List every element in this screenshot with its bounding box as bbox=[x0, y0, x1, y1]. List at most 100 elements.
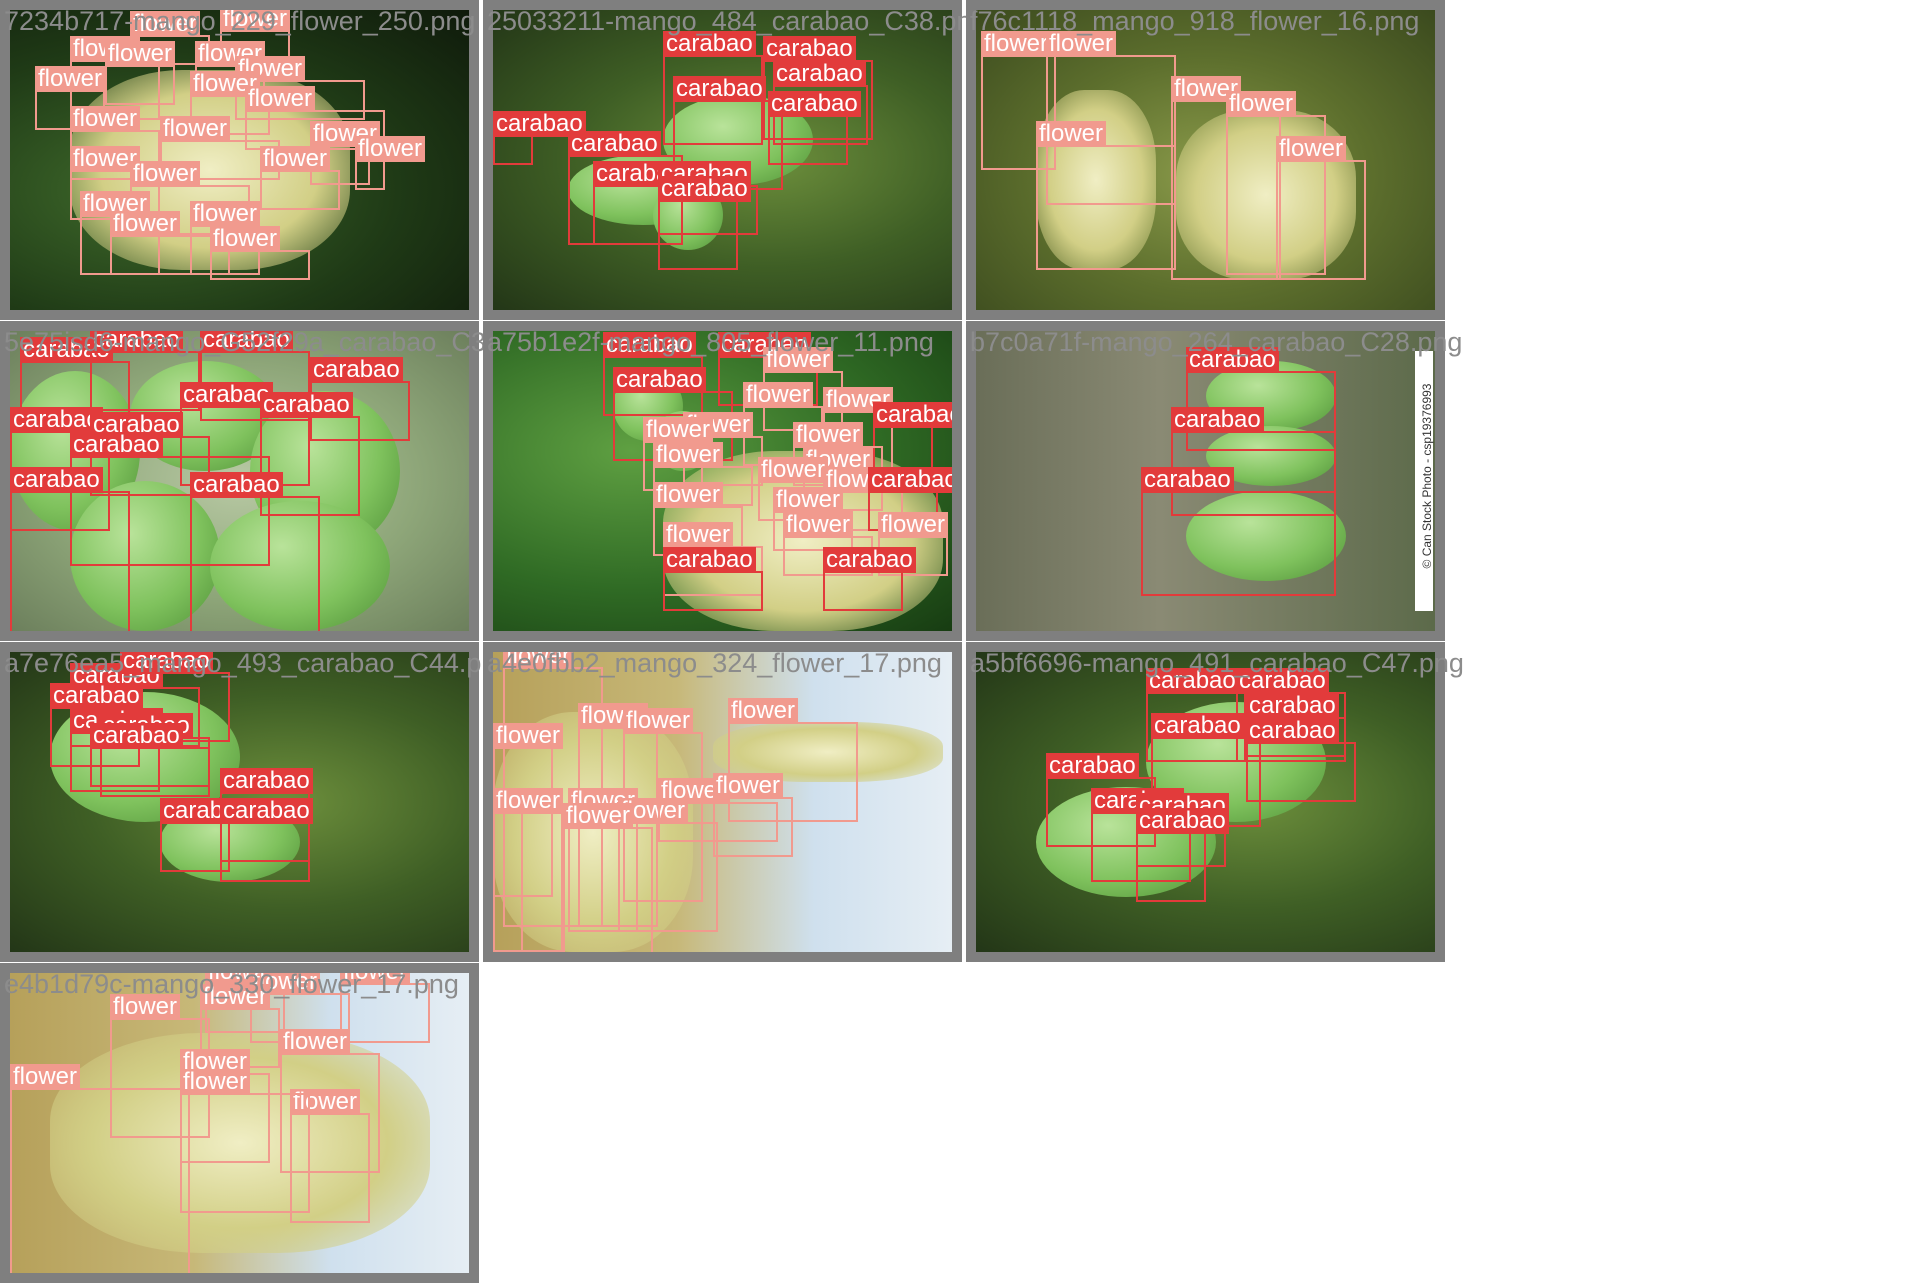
detection-box-carabao: carabao bbox=[823, 547, 916, 611]
mango-photo: carabao carabao carabao carabao carabao carab… bbox=[10, 331, 469, 631]
detection-label: flower bbox=[758, 457, 829, 483]
detection-label: flower bbox=[623, 708, 694, 734]
detection-label: carabao bbox=[873, 402, 952, 428]
detection-label: carabao bbox=[768, 91, 861, 117]
detection-label: flower bbox=[878, 512, 949, 538]
mosaic-tile: carabao carabao carabao © Can Stock Photo -… bbox=[966, 321, 1445, 641]
detection-box-flower: flower bbox=[1276, 136, 1366, 280]
detection-label: flower bbox=[728, 698, 799, 724]
detection-label: flower bbox=[663, 522, 734, 548]
detection-box-carabao: carabao bbox=[1141, 467, 1336, 596]
detection-mosaic: flower flower flower flower flower flower flow… bbox=[0, 0, 1920, 1283]
detection-label: carabao bbox=[70, 432, 163, 458]
detection-label: flower bbox=[160, 116, 231, 142]
tile-filename-caption: 25033211-mango_484_carabao_C38.png bbox=[487, 6, 987, 36]
detection-box-flower: flower bbox=[105, 41, 176, 105]
tile-filename-caption: a5bf6696-mango_491_carabao_C47.png bbox=[970, 648, 1464, 678]
detection-label: flower bbox=[280, 1029, 351, 1055]
detection-label: flower bbox=[260, 146, 331, 172]
detection-box-flower: flower bbox=[493, 788, 564, 952]
mosaic-tile: flower flower flower flower flower flower flow… bbox=[0, 0, 479, 320]
detection-label: carabao bbox=[50, 683, 143, 709]
detection-label: carabao bbox=[10, 407, 103, 433]
detection-label: carabao bbox=[1046, 753, 1139, 779]
stock-watermark: © Can Stock Photo - csp19376993 bbox=[1415, 351, 1434, 611]
detection-label: flower bbox=[130, 161, 201, 187]
mango-photo: carabao carabao carabao carabao carabao carab… bbox=[976, 652, 1435, 952]
detection-label: flower bbox=[773, 487, 844, 513]
detection-box-flower: flower bbox=[563, 803, 653, 952]
detection-label: carabao bbox=[260, 392, 353, 418]
detection-label: carabao bbox=[1151, 713, 1244, 739]
detection-label: flower bbox=[793, 422, 864, 448]
detection-label: flower bbox=[493, 723, 564, 749]
detection-box-flower: flower bbox=[260, 146, 340, 210]
detection-label: flower bbox=[180, 1069, 251, 1095]
detection-label: carabao bbox=[493, 111, 586, 137]
detection-label: carabao bbox=[310, 357, 403, 383]
detection-label: carabao bbox=[1246, 718, 1339, 744]
mosaic-tile: carabao carabao carabao carabao carabao carab… bbox=[0, 642, 479, 962]
detection-label: carabao bbox=[1136, 808, 1229, 834]
detection-label: flower bbox=[643, 417, 714, 443]
mosaic-tile: flower flower flower flower flower flower flow… bbox=[0, 963, 479, 1283]
tile-filename-caption: f76c1118_mango_918_flower_16.png bbox=[970, 6, 1420, 36]
tile-filename-caption: e4b1d79c-mango_330_flower_17.png bbox=[4, 969, 459, 999]
mosaic-tile: carabao carabao carabao carabao carabao carab… bbox=[483, 0, 962, 320]
detection-box-flower: flower bbox=[10, 1064, 190, 1273]
detection-label: carabao bbox=[220, 768, 313, 794]
detection-box-carabao: carabao bbox=[663, 547, 763, 611]
mango-photo: flower flower flower flower flower flower flow… bbox=[493, 652, 952, 952]
mosaic-tile: carabao carabao carabao carabao carabao carab… bbox=[0, 321, 479, 641]
detection-label: flower bbox=[70, 106, 141, 132]
detection-label: flower bbox=[355, 136, 426, 162]
tile-filename-caption: a75b1e2f-mango_805_flower_11.png bbox=[487, 327, 934, 357]
mosaic-tile: flower flower flower flower flower flower flow… bbox=[483, 642, 962, 962]
detection-label: carabao bbox=[823, 547, 916, 573]
detection-label: carabao bbox=[763, 36, 856, 62]
tile-filename-caption: 5e75isd6-mango_G52f29a_carabao_C32.png bbox=[4, 327, 554, 357]
mango-photo: carabao carabao carabao © Can Stock Photo -… bbox=[976, 331, 1435, 631]
detection-label: flower bbox=[653, 442, 724, 468]
detection-label: carabao bbox=[1246, 693, 1339, 719]
detection-box-flower: flower bbox=[1036, 121, 1176, 270]
mosaic-tile: flower flower flower flower flower flower bbox=[966, 0, 1445, 320]
watermark-text: © Can Stock Photo - csp19376993 bbox=[1420, 383, 1434, 569]
mango-photo: carabao carabao flower carabao flower flower f… bbox=[493, 331, 952, 631]
detection-label: carabao bbox=[663, 547, 756, 573]
detection-label: flower bbox=[105, 41, 176, 67]
detection-label: carabao bbox=[1171, 407, 1264, 433]
mosaic-tile: carabao carabao flower carabao flower flower f… bbox=[483, 321, 962, 641]
detection-label: carabao bbox=[773, 61, 866, 87]
detection-box-carabao: carabao bbox=[768, 91, 861, 165]
detection-label: flower bbox=[190, 201, 261, 227]
tile-filename-caption: a4e0fbb2_mango_324_flower_17.png bbox=[487, 648, 942, 678]
detection-label: flower bbox=[110, 211, 181, 237]
detection-label: flower bbox=[563, 803, 634, 829]
detection-label: carabao bbox=[180, 382, 273, 408]
detection-label: carabao bbox=[190, 472, 283, 498]
detection-box-carabao: carabao bbox=[493, 111, 586, 165]
detection-box-carabao: carabao bbox=[10, 467, 130, 631]
tile-filename-caption: b7c0a71f-mango_264_carabao_C28.png bbox=[970, 327, 1463, 357]
mosaic-tile: carabao carabao carabao carabao carabao carab… bbox=[966, 642, 1445, 962]
tile-filename-caption: 7234b717-mango_229_flower_250.png bbox=[4, 6, 476, 36]
mango-photo: flower flower flower flower flower flower bbox=[976, 10, 1435, 310]
detection-box-flower: flower bbox=[210, 226, 310, 280]
detection-box-carabao: carabao bbox=[658, 176, 751, 270]
detection-label: flower bbox=[1276, 136, 1347, 162]
detection-label: flower bbox=[35, 66, 106, 92]
mango-photo: carabao carabao carabao carabao carabao carab… bbox=[10, 652, 469, 952]
detection-label: flower bbox=[493, 788, 564, 814]
detection-label: flower bbox=[10, 1064, 81, 1090]
detection-label: flower bbox=[210, 226, 281, 252]
detection-label: carabao bbox=[613, 367, 706, 393]
detection-label: flower bbox=[713, 773, 784, 799]
detection-box-carabao: carabao bbox=[220, 798, 313, 882]
detection-label: carabao bbox=[90, 723, 183, 749]
detection-label: flower bbox=[653, 482, 724, 508]
detection-label: flower bbox=[743, 382, 814, 408]
detection-label: carabao bbox=[868, 467, 952, 493]
mango-photo: flower flower flower flower flower flower flow… bbox=[10, 10, 469, 310]
detection-label: flower bbox=[1036, 121, 1107, 147]
